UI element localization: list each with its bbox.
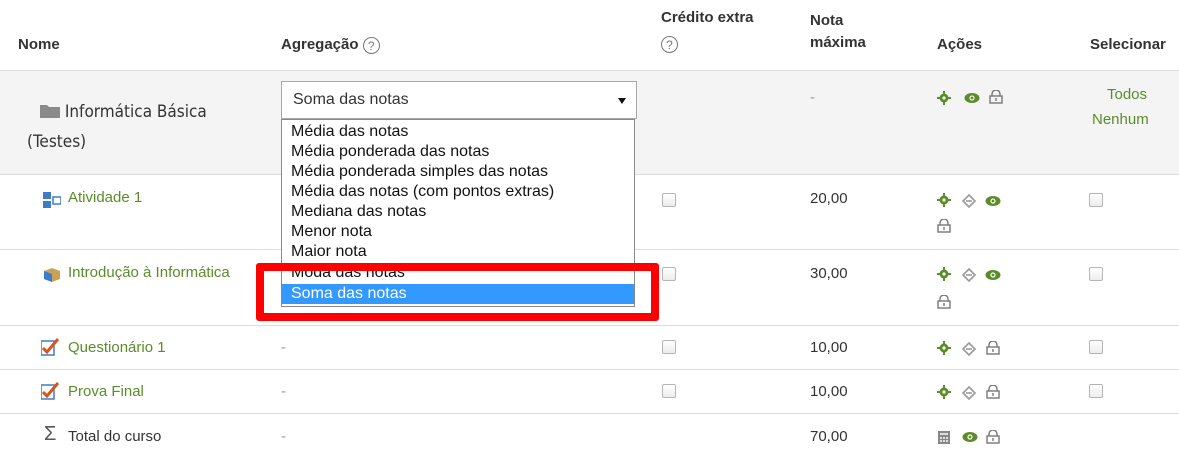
eye-icon[interactable] [962,431,978,443]
select-checkbox[interactable] [1089,267,1103,281]
select-none-link[interactable]: Nenhum [1092,111,1149,128]
total-max-grade: 70,00 [810,428,848,445]
total-aggregation: - [281,428,286,445]
sigma-icon: Σ [44,423,57,445]
aggregation-select-value: Soma das notas [293,91,409,108]
total-name: Total do curso [68,428,162,445]
header-name: Nome [18,36,60,53]
move-icon[interactable] [962,194,976,208]
item-max-grade: 10,00 [810,339,848,356]
header-max-grade-line1: Nota [810,12,844,29]
eye-icon[interactable] [964,92,980,104]
item-name-link[interactable]: Introdução à Informática [68,264,230,281]
quiz-icon [41,382,59,400]
aggregation-option[interactable]: Média das notas [282,122,634,142]
extra-credit-checkbox[interactable] [662,267,676,281]
table-row: Prova Final - 10,00 [0,369,1179,414]
gear-icon[interactable] [937,91,951,105]
header-actions: Ações [937,36,983,53]
quiz-icon [41,338,59,356]
item-name-link[interactable]: Questionário 1 [68,339,166,356]
header-extra-credit: Crédito extra ? [661,7,754,55]
item-max-grade: 20,00 [810,190,848,207]
item-max-grade: 30,00 [810,265,848,282]
lock-icon[interactable] [986,341,1000,355]
lock-icon[interactable] [986,430,1000,444]
header-max-grade-line2: máxima [810,34,866,51]
header-max-grade: Nota máxima [810,10,866,54]
help-icon[interactable]: ? [362,36,380,54]
item-max-grade: 10,00 [810,383,848,400]
select-checkbox[interactable] [1089,384,1103,398]
gear-icon[interactable] [937,385,951,399]
aggregation-option[interactable]: Menor nota [282,222,634,242]
item-name-link[interactable]: Atividade 1 [68,189,142,206]
aggregation-option[interactable]: Média ponderada simples das notas [282,162,634,182]
aggregation-option[interactable]: Maior nota [282,242,634,262]
lesson-icon [44,268,60,282]
header-aggregation-label: Agregação [281,36,359,53]
aggregation-dropdown-list: Média das notas Média ponderada das nota… [281,119,635,307]
table-row: Questionário 1 - 10,00 [0,325,1179,370]
move-icon[interactable] [962,342,976,356]
select-checkbox[interactable] [1089,340,1103,354]
aggregation-option[interactable]: Mediana das notas [282,202,634,222]
lock-icon[interactable] [989,90,1003,104]
item-aggregation: - [281,339,286,356]
lock-icon[interactable] [937,295,951,309]
extra-credit-checkbox[interactable] [662,384,676,398]
extra-credit-checkbox[interactable] [662,340,676,354]
category-name: Informática Básica (Testes) [27,97,207,157]
eye-icon[interactable] [985,269,1001,281]
aggregation-option[interactable]: Moda das notas [282,263,634,283]
header-select: Selecionar [1090,36,1166,53]
move-icon[interactable] [962,268,976,282]
select-checkbox[interactable] [1089,193,1103,207]
category-max-grade: - [810,89,815,106]
assignment-icon [43,192,61,208]
dropdown-arrow-icon[interactable] [618,98,626,104]
header-aggregation: Agregação ? [281,34,380,56]
course-total-row: Σ Total do curso - 70,00 [0,413,1179,461]
aggregation-option[interactable]: Média das notas (com pontos extras) [282,182,634,202]
folder-icon [40,105,60,118]
extra-credit-checkbox[interactable] [662,193,676,207]
category-name-line1[interactable]: Informática Básica [65,102,207,122]
item-aggregation: - [281,383,286,400]
move-icon[interactable] [962,386,976,400]
eye-icon[interactable] [985,195,1001,207]
gear-icon[interactable] [937,193,951,207]
gear-icon[interactable] [937,267,951,281]
header-extra-credit-label: Crédito extra [661,9,754,26]
gear-icon[interactable] [937,341,951,355]
aggregation-select[interactable]: Soma das notas [281,81,637,119]
item-name-link[interactable]: Prova Final [68,383,144,400]
calculator-icon[interactable] [938,431,950,444]
category-name-line2[interactable]: (Testes) [27,132,86,152]
aggregation-option-selected[interactable]: Soma das notas [282,284,634,304]
help-icon[interactable]: ? [661,35,678,53]
lock-icon[interactable] [937,219,951,233]
lock-icon[interactable] [986,385,1000,399]
select-all-link[interactable]: Todos [1107,86,1147,103]
aggregation-option[interactable]: Média ponderada das notas [282,142,634,162]
